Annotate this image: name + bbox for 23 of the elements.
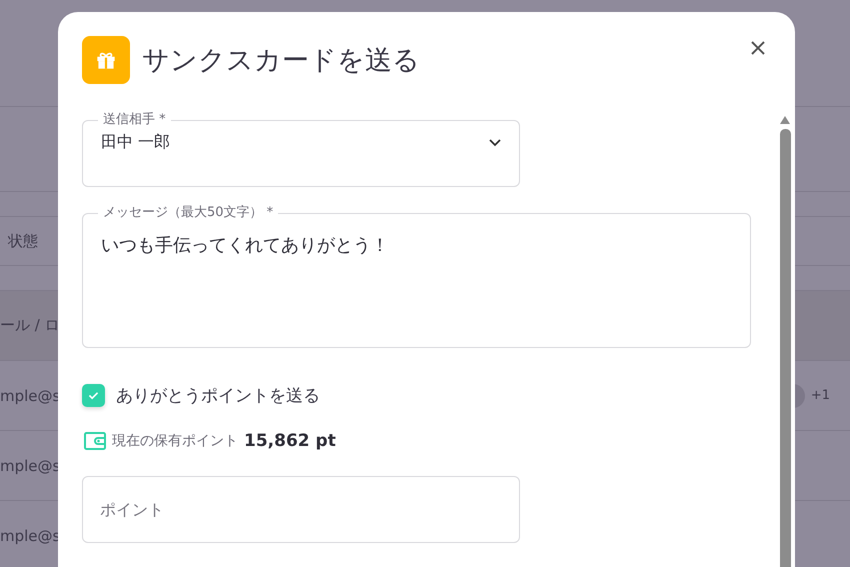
checkbox-label: ありがとうポイントを送る	[116, 385, 320, 407]
recipient-select[interactable]: 送信相手 * 田中 一郎	[82, 112, 520, 187]
scrollbar-thumb[interactable]	[780, 129, 790, 567]
message-field[interactable]: メッセージ（最大50文字） * いつも手伝ってくれてありがとう！	[82, 205, 751, 348]
balance-label: 現在の保有ポイント	[112, 432, 238, 450]
field-label: メッセージ（最大50文字） *	[102, 205, 274, 221]
table-cell: mple@s	[0, 456, 60, 474]
table-cell: ール / ロ	[0, 316, 60, 335]
selected-value: 田中 一郎	[101, 132, 172, 153]
message-text: いつも手伝ってくれてありがとう！	[101, 235, 389, 256]
gift-icon	[82, 36, 130, 84]
check-icon	[88, 391, 99, 400]
field-label: 送信相手 *	[102, 112, 167, 128]
column-header: 状態	[6, 232, 38, 250]
checkbox[interactable]	[82, 384, 105, 407]
points-input[interactable]: ポイント	[82, 476, 520, 543]
dialog-title: サンクスカードを送る	[142, 44, 420, 78]
table-cell: mple@s	[0, 386, 60, 404]
wallet-icon	[84, 432, 106, 450]
balance-value: 15,862 pt	[244, 431, 336, 451]
chevron-down-icon	[489, 138, 501, 146]
count-label: +1	[810, 388, 830, 403]
table-cell: mple@s	[0, 526, 60, 544]
